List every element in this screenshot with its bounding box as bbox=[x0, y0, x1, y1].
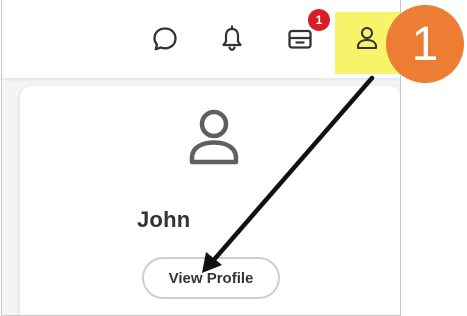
view-profile-button[interactable]: View Profile bbox=[142, 257, 280, 299]
step-number-badge: 1 bbox=[386, 5, 464, 83]
app-window: 1 John View Profile bbox=[1, 0, 401, 316]
avatar-icon bbox=[189, 109, 239, 165]
profile-menu-button[interactable] bbox=[347, 18, 387, 58]
user-name: John bbox=[137, 207, 191, 232]
inbox-count-badge: 1 bbox=[308, 9, 330, 31]
chat-button[interactable] bbox=[145, 19, 185, 59]
chat-icon bbox=[153, 27, 177, 51]
profile-card: John View Profile bbox=[20, 86, 400, 315]
user-icon bbox=[357, 27, 377, 49]
header-bar: 1 bbox=[2, 0, 400, 78]
bell-icon bbox=[222, 25, 242, 51]
notifications-button[interactable] bbox=[212, 19, 252, 59]
inbox-icon bbox=[288, 29, 312, 49]
